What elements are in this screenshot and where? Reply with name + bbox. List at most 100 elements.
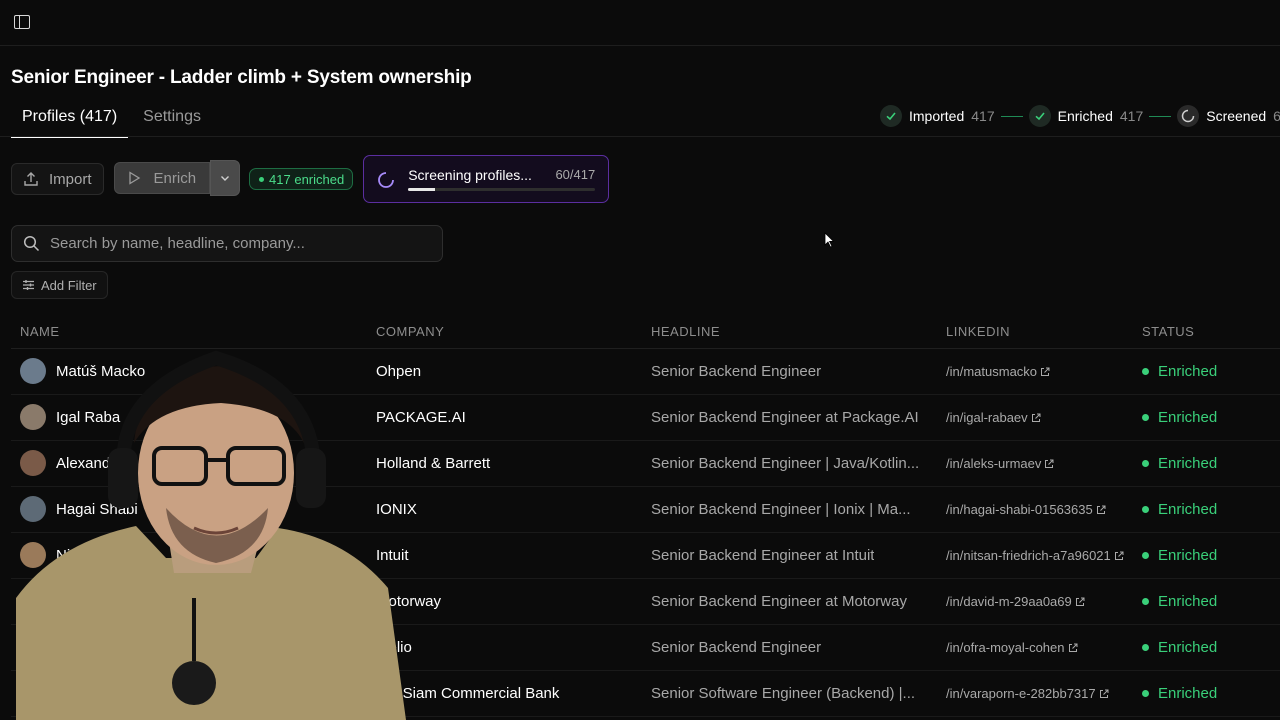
linkedin-url: /in/igal-rabaev bbox=[946, 410, 1028, 425]
status-badge: Enriched bbox=[1142, 547, 1217, 564]
profile-headline: Senior Software Engineer (Backend) |... bbox=[651, 685, 916, 702]
sidebar-toggle-icon[interactable] bbox=[14, 15, 30, 29]
enrich-button[interactable]: Enrich bbox=[113, 162, 211, 194]
play-icon bbox=[127, 171, 141, 185]
column-header-company[interactable]: COMPANY bbox=[376, 324, 444, 339]
status-dot bbox=[1142, 414, 1149, 421]
external-link-icon bbox=[1068, 643, 1078, 653]
linkedin-link[interactable]: /in/aleks-urmaev bbox=[946, 456, 1054, 471]
external-link-icon bbox=[1114, 551, 1124, 561]
status-dot bbox=[1142, 644, 1149, 651]
status-dot bbox=[259, 176, 265, 182]
column-header-status[interactable]: STATUS bbox=[1142, 324, 1194, 339]
profile-headline: Senior Backend Engineer | Ionix | Ma... bbox=[651, 501, 911, 518]
webcam-overlay bbox=[16, 348, 406, 720]
linkedin-url: /in/hagai-shabi-01563635 bbox=[946, 502, 1093, 517]
status-label: Enriched bbox=[1158, 593, 1218, 610]
screening-count: 60/417 bbox=[555, 167, 596, 182]
linkedin-link[interactable]: /in/hagai-shabi-01563635 bbox=[946, 502, 1106, 517]
status-label: Enriched bbox=[1158, 363, 1218, 380]
status-badge: Enriched bbox=[1142, 593, 1217, 610]
enrich-split-button: Enrich bbox=[113, 160, 241, 196]
pipeline-step-count: 417 bbox=[971, 108, 995, 124]
status-dot bbox=[1142, 460, 1149, 467]
status-badge: Enriched bbox=[1142, 639, 1217, 656]
screening-label: Screening profiles... bbox=[408, 167, 532, 183]
pipeline-progress: Imported 417 Enriched 417 Screened 60 bbox=[880, 105, 1280, 127]
status-label: Enriched bbox=[1158, 455, 1218, 472]
linkedin-link[interactable]: /in/igal-rabaev bbox=[946, 410, 1041, 425]
pipeline-connector bbox=[1149, 115, 1172, 117]
check-icon bbox=[880, 105, 902, 127]
status-dot bbox=[1142, 690, 1149, 697]
enrich-label: Enrich bbox=[153, 169, 197, 187]
linkedin-link[interactable]: /in/nitsan-friedrich-a7a96021 bbox=[946, 548, 1124, 563]
pipeline-connector bbox=[1000, 115, 1023, 117]
enrich-dropdown-button[interactable] bbox=[210, 160, 241, 196]
pipeline-step-label: Imported bbox=[909, 108, 965, 124]
import-label: Import bbox=[49, 170, 92, 188]
pipeline-step-screened: Screened 60 bbox=[1177, 105, 1280, 127]
add-filter-button[interactable]: Add Filter bbox=[11, 271, 108, 299]
status-dot bbox=[1142, 598, 1149, 605]
status-label: Enriched bbox=[1158, 685, 1218, 702]
top-bar bbox=[0, 0, 1280, 46]
column-header-headline[interactable]: HEADLINE bbox=[651, 324, 720, 339]
spinner-icon bbox=[377, 171, 395, 194]
linkedin-link[interactable]: /in/david-m-29aa0a69 bbox=[946, 594, 1085, 609]
status-badge: Enriched bbox=[1142, 685, 1217, 702]
chevron-down-icon bbox=[219, 172, 231, 184]
check-icon bbox=[1028, 105, 1051, 127]
external-link-icon bbox=[1040, 367, 1050, 377]
status-badge: Enriched bbox=[1142, 455, 1217, 472]
screening-progress-card: Screening profiles... 60/417 bbox=[363, 155, 610, 203]
pipeline-step-imported: Imported 417 bbox=[880, 105, 995, 127]
status-dot bbox=[1142, 368, 1149, 375]
status-dot bbox=[1142, 506, 1149, 513]
pipeline-step-label: Screened bbox=[1206, 108, 1267, 124]
linkedin-url: /in/varaporn-e-282bb7317 bbox=[946, 686, 1096, 701]
linkedin-url: /in/david-m-29aa0a69 bbox=[946, 594, 1072, 609]
status-badge: Enriched bbox=[1142, 363, 1217, 380]
status-dot bbox=[1142, 552, 1149, 559]
search-box bbox=[11, 225, 443, 262]
column-header-name[interactable]: NAME bbox=[20, 324, 60, 339]
column-header-linkedin[interactable]: LINKEDIN bbox=[946, 324, 1010, 339]
profile-headline: Senior Backend Engineer bbox=[651, 639, 822, 656]
profile-headline: Senior Backend Engineer bbox=[651, 363, 822, 380]
divider bbox=[0, 136, 1280, 137]
external-link-icon bbox=[1096, 505, 1106, 515]
profile-headline: Senior Backend Engineer | Java/Kotlin... bbox=[651, 455, 920, 472]
linkedin-link[interactable]: /in/varaporn-e-282bb7317 bbox=[946, 686, 1109, 701]
pipeline-step-count: 60 bbox=[1273, 108, 1280, 124]
tab-settings[interactable]: Settings bbox=[132, 104, 212, 136]
linkedin-url: /in/matusmacko bbox=[946, 364, 1038, 379]
status-badge: Enriched bbox=[1142, 409, 1217, 426]
profile-headline: Senior Backend Engineer at Motorway bbox=[651, 593, 907, 610]
external-link-icon bbox=[1044, 459, 1054, 469]
enriched-badge-label: 417 enriched bbox=[269, 171, 345, 187]
linkedin-link[interactable]: /in/ofra-moyal-cohen bbox=[946, 640, 1078, 655]
import-button[interactable]: Import bbox=[11, 163, 104, 195]
external-link-icon bbox=[1031, 413, 1041, 423]
status-label: Enriched bbox=[1158, 409, 1218, 426]
upload-icon bbox=[23, 171, 39, 187]
screening-progress-fill bbox=[408, 188, 436, 191]
enriched-count-badge: 417 enriched bbox=[249, 168, 354, 190]
external-link-icon bbox=[1099, 689, 1109, 699]
status-label: Enriched bbox=[1158, 547, 1218, 564]
tab-bar: Profiles (417) Settings bbox=[11, 104, 212, 138]
linkedin-link[interactable]: /in/matusmacko bbox=[946, 364, 1050, 379]
pipeline-step-label: Enriched bbox=[1057, 108, 1113, 124]
add-filter-label: Add Filter bbox=[41, 277, 97, 293]
spinner-icon bbox=[1177, 105, 1200, 127]
linkedin-url: /in/aleks-urmaev bbox=[946, 456, 1042, 471]
external-link-icon bbox=[1075, 597, 1085, 607]
linkedin-url: /in/ofra-moyal-cohen bbox=[946, 640, 1065, 655]
tab-profiles[interactable]: Profiles (417) bbox=[11, 104, 129, 138]
mouse-cursor-icon bbox=[824, 232, 835, 253]
table-header: NAME COMPANY HEADLINE LINKEDIN STATUS bbox=[11, 312, 1280, 349]
profile-headline: Senior Backend Engineer at Package.AI bbox=[651, 409, 919, 426]
search-input[interactable] bbox=[48, 234, 432, 253]
pipeline-step-enriched: Enriched 417 bbox=[1028, 105, 1143, 127]
